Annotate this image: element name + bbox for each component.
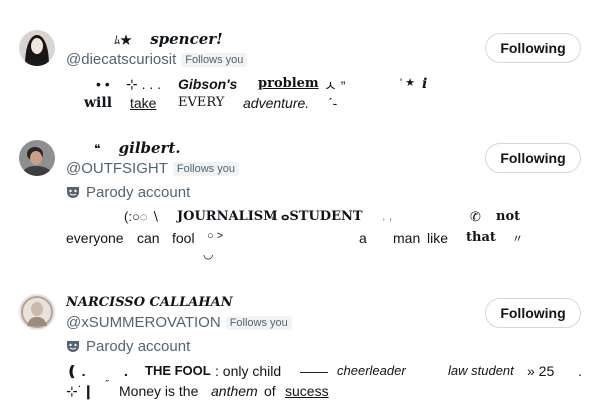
bio-text: a: [359, 230, 367, 246]
parody-text: Parody account: [86, 184, 191, 201]
bio-text: ㅅ ”: [324, 78, 346, 94]
bio-text: i: [422, 76, 428, 92]
bio-text: .: [578, 363, 582, 379]
follows-you-badge: Follows you: [172, 161, 239, 176]
bio-text: law student: [448, 363, 514, 378]
bio-text: ⊹ . . .: [126, 76, 162, 92]
bio-text: will: [84, 95, 113, 111]
bio-text: adventure.: [243, 95, 310, 111]
follows-you-badge: Follows you: [225, 315, 292, 330]
parody-text: Parody account: [86, 338, 191, 355]
avatar[interactable]: [19, 30, 55, 66]
bio-text: ˒ ˒: [382, 212, 393, 224]
handle[interactable]: @OUTFSIGHT: [66, 160, 168, 177]
name-text: NARCISSO CALLAHAN: [66, 295, 233, 310]
name-decoration: ﾑ★: [114, 33, 133, 47]
handle-line: @diecatscuriosit Follows you: [66, 51, 248, 68]
theater-mask-icon: [67, 341, 79, 352]
bio-text: Gibson's: [178, 76, 238, 92]
bio-text: of: [264, 383, 276, 399]
display-name[interactable]: NARCISSO CALLAHAN: [66, 293, 233, 310]
bio-text: ˊ-: [328, 95, 338, 111]
bio-text: everyone: [66, 230, 124, 246]
account-row-2[interactable]: ❝ gilbert. @OUTFSIGHT Follows you Follow…: [0, 125, 610, 285]
following-button[interactable]: Following: [485, 33, 581, 63]
bio-text: ⊹˙❙: [66, 383, 95, 399]
bio-text: like: [427, 230, 449, 246]
bio-text: sucess: [285, 383, 329, 399]
theater-mask-icon: [67, 187, 79, 198]
bio-text: cheerleader: [337, 363, 406, 378]
handle-line: @OUTFSIGHT Follows you: [66, 160, 239, 177]
bio-text: ' ★: [400, 77, 416, 89]
display-name[interactable]: ﾑ★ spencer!: [66, 30, 223, 48]
bio-text: Money is the: [119, 383, 199, 399]
bio-text: : only child: [215, 363, 282, 379]
bio-text: anthem: [211, 383, 258, 399]
bio-text: man: [393, 230, 421, 246]
avatar[interactable]: [19, 140, 55, 176]
avatar[interactable]: [19, 294, 55, 330]
parody-label: Parody account: [66, 184, 190, 201]
bio-text: can: [137, 230, 160, 246]
following-button[interactable]: Following: [485, 143, 581, 173]
bio-text: EVERY: [178, 95, 225, 110]
bio-text: 〃: [512, 233, 523, 245]
bio-text: ——: [300, 363, 328, 379]
bio-text: ✆: [470, 209, 481, 224]
display-name[interactable]: ❝ gilbert.: [66, 139, 181, 157]
bio-text: fool: [172, 230, 195, 246]
bio-text: that: [466, 230, 496, 245]
following-button[interactable]: Following: [485, 298, 581, 328]
parody-label: Parody account: [66, 338, 190, 355]
name-decoration: ❝: [94, 142, 101, 156]
bio-text: ○ ˃: [207, 230, 224, 242]
bio-text: ❪ .: [66, 363, 86, 379]
bio-text: ◡: [203, 247, 214, 261]
name-text: spencer!: [150, 30, 223, 48]
follows-you-badge: Follows you: [181, 52, 248, 67]
bio-text: • •: [96, 76, 110, 92]
bio-text: ⴰSTUDENT: [281, 209, 363, 224]
bio-text: problem: [258, 76, 319, 91]
bio-text: » 25: [527, 363, 555, 379]
account-row-1[interactable]: ﾑ★ spencer! @diecatscuriosit Follows you…: [0, 0, 610, 125]
bio-text: .: [124, 363, 128, 379]
name-text: gilbert.: [118, 139, 181, 157]
bio-text: not: [496, 209, 521, 224]
bio-text: ՙ: [271, 216, 275, 228]
bio-text: JOURNALISM: [177, 209, 278, 224]
handle[interactable]: @diecatscuriosit: [66, 51, 176, 68]
bio-text: ˝: [105, 379, 109, 391]
bio-text: THE FOOL: [145, 363, 211, 378]
bio-text: take: [130, 95, 157, 111]
handle[interactable]: @xSUMMEROVATION: [66, 314, 221, 331]
account-row-3[interactable]: NARCISSO CALLAHAN @xSUMMEROVATION Follow…: [0, 285, 610, 410]
bio-text: (:○◌ ∖: [124, 209, 160, 224]
handle-line: @xSUMMEROVATION Follows you: [66, 314, 292, 331]
